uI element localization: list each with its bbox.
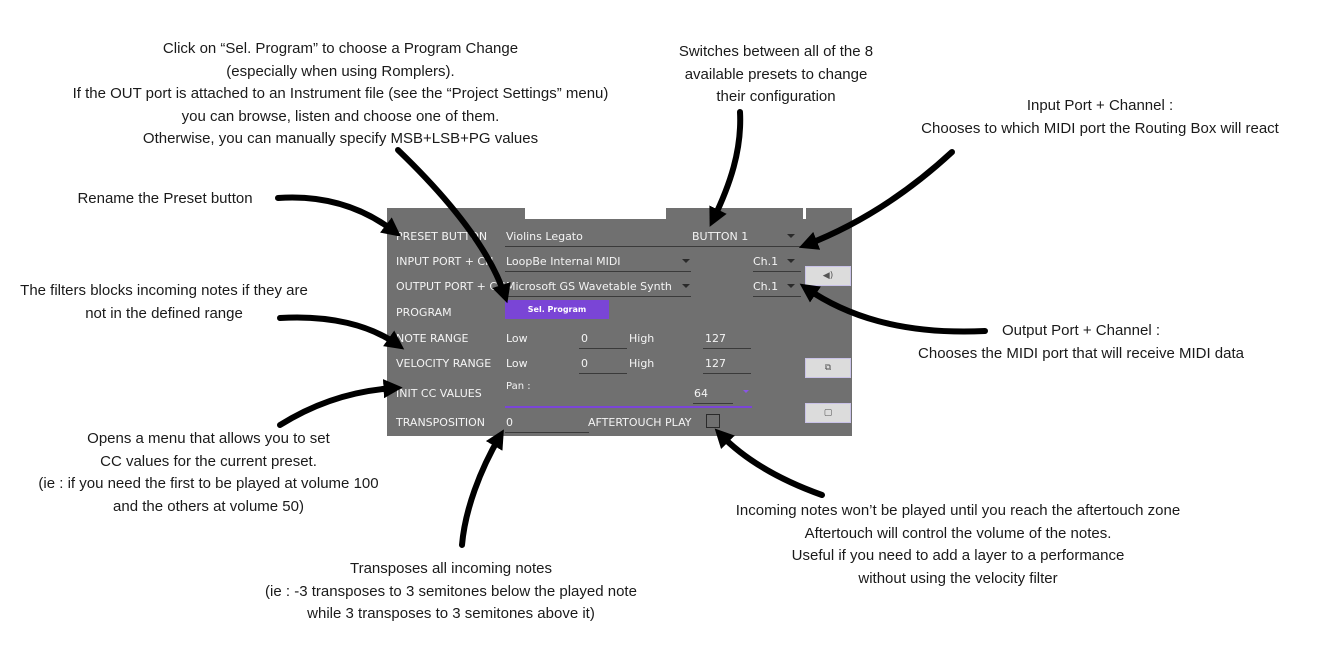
label-preset-button: PRESET BUTTON bbox=[396, 230, 488, 243]
button-select[interactable]: BUTTON 1 bbox=[692, 230, 748, 243]
arrow-rename bbox=[275, 194, 402, 237]
arrow-aftertouch bbox=[714, 428, 825, 498]
annotation-cc-menu: Opens a menu that allows you to set CC v… bbox=[0, 428, 417, 518]
copy-icon: ⧉ bbox=[824, 363, 832, 373]
annotation-output-port: Output Port + Channel : Chooses the MIDI… bbox=[886, 320, 1276, 365]
sel-program-button[interactable]: Sel. Program bbox=[505, 300, 609, 319]
note-high-underline bbox=[703, 348, 751, 349]
label-output-port: OUTPUT PORT + CH bbox=[396, 280, 506, 293]
annotation-line: while 3 transposes to 3 semitones above … bbox=[307, 605, 595, 622]
note-high-input[interactable]: 127 bbox=[705, 332, 726, 345]
output-port-select[interactable]: Microsoft GS Wavetable Synth bbox=[506, 280, 672, 293]
arrow-cc-menu bbox=[277, 379, 403, 428]
chevron-down-icon[interactable] bbox=[682, 259, 690, 263]
label-init-cc: INIT CC VALUES bbox=[396, 387, 482, 400]
annotation-line: Opens a menu that allows you to set bbox=[87, 430, 330, 447]
vel-low-underline bbox=[579, 373, 627, 374]
annotation-line: Chooses to which MIDI port the Routing B… bbox=[921, 119, 1279, 137]
annotation-line: and the others at volume 50) bbox=[113, 497, 304, 515]
annotation-line: Otherwise, you can manually specify MSB+… bbox=[142, 130, 539, 147]
annotation-line: available presets to change bbox=[684, 65, 868, 83]
note-low-label: Low bbox=[506, 332, 528, 345]
cc-value-underline bbox=[693, 403, 733, 404]
speaker-icon: ◀) bbox=[822, 271, 834, 281]
cc-name: Pan : bbox=[506, 381, 531, 392]
annotation-line: not in the defined range bbox=[85, 304, 243, 322]
vel-high-label: High bbox=[629, 357, 655, 370]
preset-name-input[interactable]: Violins Legato bbox=[506, 230, 583, 243]
annotation-line: Output Port + Channel : bbox=[1001, 322, 1160, 339]
output-port-underline bbox=[505, 296, 691, 297]
paste-icon: ▢ bbox=[823, 408, 833, 418]
annotation-line: If the OUT port is attached to an Instru… bbox=[72, 85, 609, 102]
vel-low-label: Low bbox=[506, 357, 528, 370]
annotation-rename: Rename the Preset button bbox=[40, 188, 290, 211]
label-transposition: TRANSPOSITION bbox=[396, 416, 486, 429]
input-channel-underline bbox=[753, 271, 801, 272]
cc-value-select[interactable]: 64 bbox=[694, 387, 708, 400]
chevron-down-icon[interactable] bbox=[787, 284, 795, 288]
chevron-down-icon[interactable] bbox=[787, 259, 795, 263]
cc-accent-line bbox=[505, 406, 752, 408]
note-low-underline bbox=[579, 348, 627, 349]
input-port-underline bbox=[505, 271, 691, 272]
label-note-range: NOTE RANGE bbox=[396, 332, 469, 345]
annotation-line: Chooses the MIDI port that will receive … bbox=[918, 344, 1244, 362]
preset-name-underline bbox=[505, 246, 801, 247]
transposition-input[interactable]: 0 bbox=[506, 416, 513, 429]
annotation-line: Switches between all of the 8 bbox=[678, 43, 874, 60]
note-high-label: High bbox=[629, 332, 655, 345]
annotation-line: Useful if you need to add a layer to a p… bbox=[791, 547, 1125, 564]
annotation-line: (ie : -3 transposes to 3 semitones below… bbox=[265, 582, 637, 600]
annotation-line: Transposes all incoming notes bbox=[349, 560, 553, 577]
annotation-line: without using the velocity filter bbox=[858, 569, 1058, 587]
annotation-line: Input Port + Channel : bbox=[1026, 97, 1174, 114]
output-channel-select[interactable]: Ch.1 bbox=[753, 280, 778, 293]
annotation-line: (ie : if you need the first to be played… bbox=[38, 475, 379, 492]
note-low-input[interactable]: 0 bbox=[581, 332, 588, 345]
annotation-line: The filters blocks incoming notes if the… bbox=[20, 282, 308, 299]
tab-strip bbox=[525, 208, 666, 219]
chevron-down-icon[interactable] bbox=[682, 284, 690, 288]
routing-box-panel: PRESET BUTTON Violins Legato BUTTON 1 IN… bbox=[387, 208, 852, 436]
paste-button[interactable]: ▢ bbox=[805, 403, 851, 423]
chevron-down-icon[interactable] bbox=[743, 390, 749, 393]
annotation-line: Incoming notes won’t be played until you… bbox=[735, 502, 1181, 519]
vel-high-underline bbox=[703, 373, 751, 374]
vel-low-input[interactable]: 0 bbox=[581, 357, 588, 370]
annotation-line: you can browse, listen and choose one of… bbox=[181, 107, 500, 125]
aftertouch-label: AFTERTOUCH PLAY bbox=[588, 416, 692, 429]
label-input-port: INPUT PORT + CH bbox=[396, 255, 494, 268]
annotation-line: Aftertouch will control the volume of th… bbox=[804, 524, 1112, 542]
label-program: PROGRAM bbox=[396, 306, 452, 319]
tab-strip-edge bbox=[803, 208, 806, 219]
annotation-line: CC values for the current preset. bbox=[100, 452, 317, 470]
annotation-line: Click on “Sel. Program” to choose a Prog… bbox=[162, 40, 519, 57]
output-channel-underline bbox=[753, 296, 801, 297]
input-channel-select[interactable]: Ch.1 bbox=[753, 255, 778, 268]
annotation-aftertouch: Incoming notes won’t be played until you… bbox=[690, 500, 1226, 590]
preview-button[interactable]: ◀) bbox=[805, 266, 851, 286]
annotation-filters: The filters blocks incoming notes if the… bbox=[0, 280, 328, 325]
annotation-line: Rename the Preset button bbox=[77, 190, 253, 207]
arrow-switch-presets bbox=[709, 109, 744, 227]
arrow-transpose bbox=[459, 429, 504, 548]
annotation-line: (especially when using Romplers). bbox=[226, 62, 455, 80]
copy-button[interactable]: ⧉ bbox=[805, 358, 851, 378]
chevron-down-icon[interactable] bbox=[787, 234, 795, 238]
annotation-sel-program: Click on “Sel. Program” to choose a Prog… bbox=[0, 38, 681, 151]
label-velocity-range: VELOCITY RANGE bbox=[396, 357, 492, 370]
annotation-input-port: Input Port + Channel : Chooses to which … bbox=[880, 95, 1320, 140]
input-port-select[interactable]: LoopBe Internal MIDI bbox=[506, 255, 621, 268]
transposition-underline bbox=[505, 432, 589, 433]
annotation-transpose: Transposes all incoming notes (ie : -3 t… bbox=[230, 558, 672, 626]
aftertouch-checkbox[interactable] bbox=[706, 414, 720, 428]
vel-high-input[interactable]: 127 bbox=[705, 357, 726, 370]
